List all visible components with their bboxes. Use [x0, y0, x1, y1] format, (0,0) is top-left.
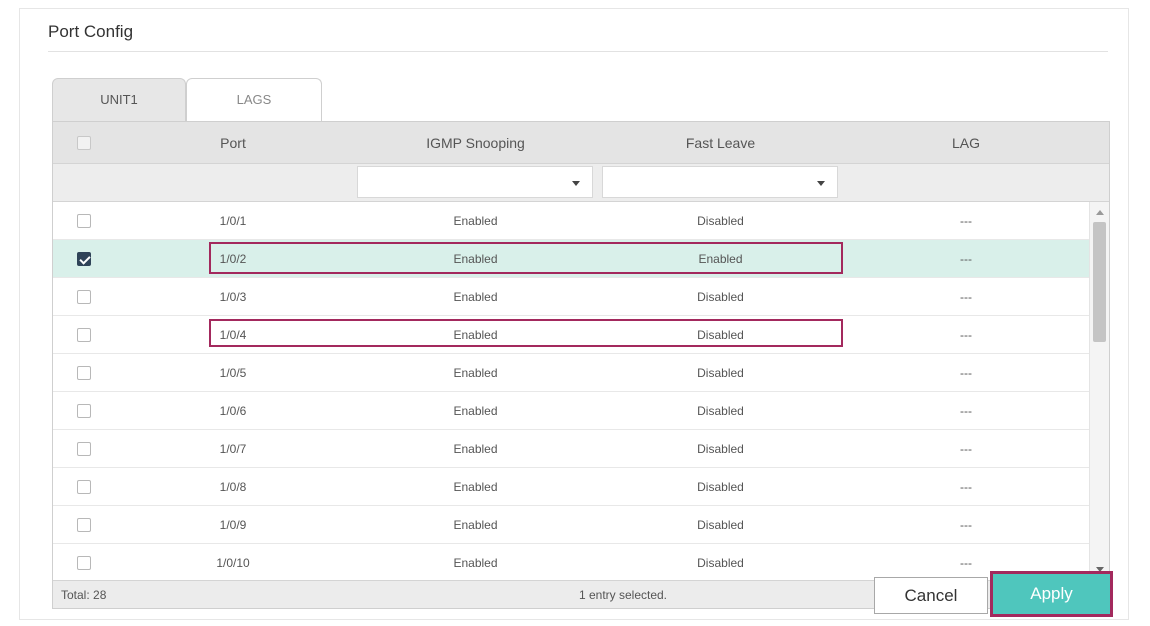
column-header-lag: LAG — [951, 135, 980, 151]
scroll-thumb[interactable] — [1093, 222, 1106, 342]
table-row[interactable]: 1/0/2 Enabled Enabled --- — [53, 240, 1089, 278]
cell-port: 1/0/8 — [219, 480, 247, 494]
row-checkbox[interactable] — [77, 252, 91, 266]
table-header: Port IGMP Snooping Fast Leave LAG — [53, 122, 1109, 164]
table-row[interactable]: 1/0/1 Enabled Disabled --- — [53, 202, 1089, 240]
cell-lag: --- — [960, 252, 972, 266]
table-row[interactable]: 1/0/6 Enabled Disabled --- — [53, 392, 1089, 430]
cell-port: 1/0/7 — [219, 442, 247, 456]
column-header-fast-leave: Fast Leave — [685, 135, 756, 151]
column-header-igmp-snooping: IGMP Snooping — [426, 135, 525, 151]
apply-button[interactable]: Apply — [990, 571, 1113, 617]
igmp-snooping-select[interactable] — [357, 166, 593, 198]
chevron-down-icon — [572, 181, 580, 186]
cell-fast-leave: Disabled — [697, 518, 744, 532]
cell-port: 1/0/5 — [219, 366, 247, 380]
cell-fast-leave: Disabled — [697, 214, 744, 228]
filter-row — [53, 164, 1109, 202]
row-checkbox[interactable] — [77, 290, 91, 304]
table-body: 1/0/1 Enabled Disabled --- 1/0/2 Enabled Enabl… — [53, 202, 1089, 580]
row-checkbox[interactable] — [77, 518, 91, 532]
cell-igmp-snooping: Enabled — [453, 404, 498, 418]
table-row[interactable]: 1/0/5 Enabled Disabled --- — [53, 354, 1089, 392]
cell-lag: --- — [960, 328, 972, 342]
cell-port: 1/0/4 — [219, 328, 247, 342]
cell-lag: --- — [960, 480, 972, 494]
cell-lag: --- — [960, 290, 972, 304]
row-checkbox[interactable] — [77, 404, 91, 418]
cell-lag: --- — [960, 442, 972, 456]
table-row[interactable]: 1/0/3 Enabled Disabled --- — [53, 278, 1089, 316]
cell-port: 1/0/1 — [219, 214, 247, 228]
cell-igmp-snooping: Enabled — [453, 442, 498, 456]
scroll-up-icon[interactable] — [1096, 210, 1104, 215]
column-header-port: Port — [220, 135, 246, 151]
cell-igmp-snooping: Enabled — [453, 366, 498, 380]
select-all-checkbox[interactable] — [77, 136, 91, 150]
cell-fast-leave: Enabled — [698, 252, 743, 266]
table-row[interactable]: 1/0/8 Enabled Disabled --- — [53, 468, 1089, 506]
page-title: Port Config — [48, 22, 134, 41]
row-checkbox[interactable] — [77, 442, 91, 456]
title-divider — [48, 51, 1108, 52]
fast-leave-select[interactable] — [602, 166, 838, 198]
chevron-down-icon — [817, 181, 825, 186]
cell-igmp-snooping: Enabled — [453, 252, 498, 266]
table-row[interactable]: 1/0/9 Enabled Disabled --- — [53, 506, 1089, 544]
cell-fast-leave: Disabled — [697, 290, 744, 304]
table-row[interactable]: 1/0/10 Enabled Disabled --- — [53, 544, 1089, 580]
cell-fast-leave: Disabled — [697, 366, 744, 380]
cell-fast-leave: Disabled — [697, 328, 744, 342]
cell-port: 1/0/2 — [219, 252, 247, 266]
cell-fast-leave: Disabled — [697, 442, 744, 456]
tab-lags[interactable]: LAGS — [186, 78, 322, 122]
row-checkbox[interactable] — [77, 480, 91, 494]
cell-lag: --- — [960, 518, 972, 532]
cell-igmp-snooping: Enabled — [453, 518, 498, 532]
vertical-scrollbar[interactable] — [1089, 202, 1109, 580]
cell-port: 1/0/10 — [216, 556, 250, 570]
port-config-table: Port IGMP Snooping Fast Leave LAG 1/0/1 E… — [52, 121, 1110, 609]
row-checkbox[interactable] — [77, 366, 91, 380]
selection-info: 1 entry selected. — [578, 588, 668, 602]
cell-igmp-snooping: Enabled — [453, 328, 498, 342]
cell-fast-leave: Disabled — [697, 556, 744, 570]
cell-port: 1/0/9 — [219, 518, 247, 532]
total-count: Total: 28 — [61, 588, 107, 602]
cell-igmp-snooping: Enabled — [453, 556, 498, 570]
row-checkbox[interactable] — [77, 556, 91, 570]
cell-port: 1/0/6 — [219, 404, 247, 418]
table-row[interactable]: 1/0/7 Enabled Disabled --- — [53, 430, 1089, 468]
cell-fast-leave: Disabled — [697, 480, 744, 494]
table-row[interactable]: 1/0/4 Enabled Disabled --- — [53, 316, 1089, 354]
cell-lag: --- — [960, 214, 972, 228]
cell-lag: --- — [960, 404, 972, 418]
cell-port: 1/0/3 — [219, 290, 247, 304]
row-checkbox[interactable] — [77, 328, 91, 342]
cancel-button[interactable]: Cancel — [874, 577, 988, 614]
cell-igmp-snooping: Enabled — [453, 290, 498, 304]
row-checkbox[interactable] — [77, 214, 91, 228]
cell-igmp-snooping: Enabled — [453, 214, 498, 228]
cell-fast-leave: Disabled — [697, 404, 744, 418]
cell-igmp-snooping: Enabled — [453, 480, 498, 494]
tab-unit1[interactable]: UNIT1 — [52, 78, 186, 122]
cell-lag: --- — [960, 366, 972, 380]
